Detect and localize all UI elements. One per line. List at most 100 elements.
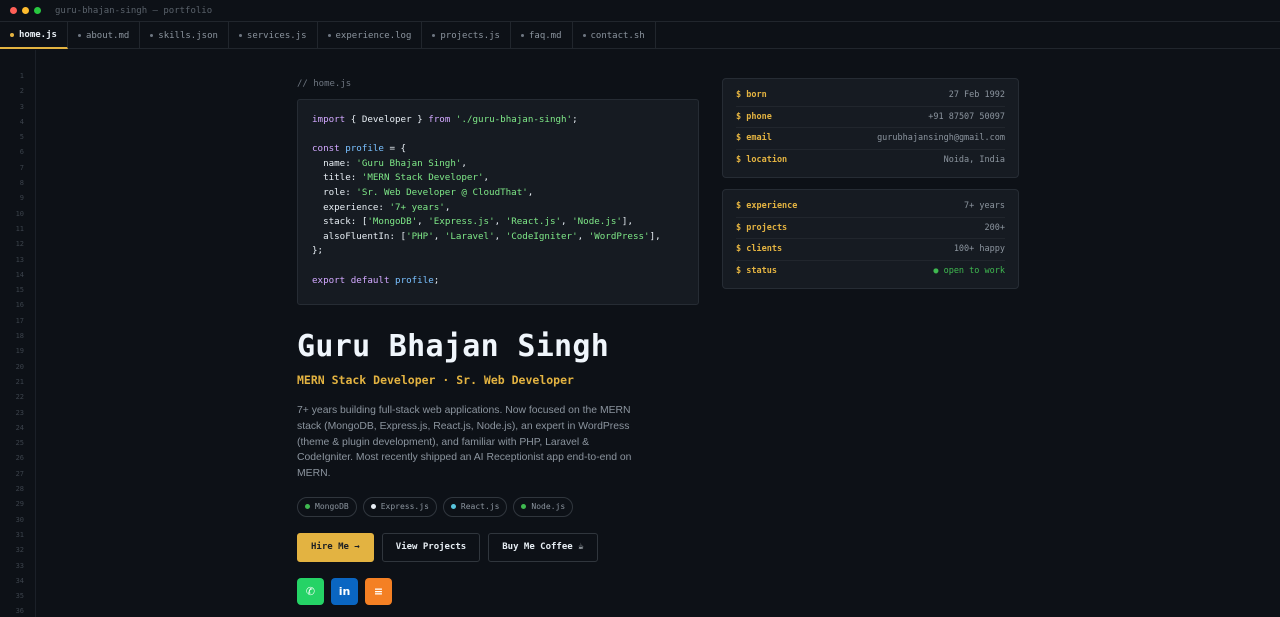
row-key: $ status [736, 266, 777, 277]
row-key: $ clients [736, 244, 783, 255]
tab-label: skills.json [158, 30, 218, 41]
row-value: 7+ years [964, 201, 1005, 212]
code-array: 'PHP', 'Laravel', 'CodeIgniter', 'WordPr… [406, 230, 650, 242]
line-number: 7 [19, 163, 24, 172]
line-number: 35 [15, 592, 24, 601]
code-string: 'React.js' [505, 216, 562, 228]
line-number: 14 [15, 270, 24, 279]
line-number: 22 [15, 393, 24, 402]
code-string: 'Express.js' [428, 216, 495, 228]
file-dot-icon [582, 34, 586, 37]
line-number: 26 [15, 454, 24, 463]
line-number: 15 [15, 286, 24, 295]
line-number: 25 [15, 439, 24, 448]
code-key: name [323, 157, 346, 169]
stats-card-row: $ experience 7+ years [736, 196, 1005, 218]
tab-experience-log[interactable]: experience.log [318, 22, 423, 49]
tab-projects-js[interactable]: projects.js [422, 22, 511, 49]
line-number: 28 [15, 485, 24, 494]
code-key: stack [323, 216, 351, 228]
line-number: 16 [15, 301, 24, 310]
hire-me-button[interactable]: Hire Me → [297, 532, 374, 562]
line-number: 9 [19, 194, 24, 203]
code-keyword: import [312, 114, 346, 125]
sidebar-cards: $ born 27 Feb 1992 $ phone +91 87507 50097 $… [722, 78, 1019, 300]
line-number: 19 [15, 347, 24, 356]
minimize-window-icon[interactable] [22, 7, 29, 14]
linkedin-icon[interactable]: in [331, 577, 358, 605]
cta-buttons: Hire Me → View Projects Buy Me Coffee ☕ [297, 532, 699, 562]
stackoverflow-icon[interactable]: ≡ [365, 577, 392, 605]
line-number: 6 [19, 148, 24, 157]
file-dot-icon [327, 34, 331, 37]
window-title: guru-bhajan-singh — portfolio [55, 5, 213, 16]
line-number: 23 [15, 408, 24, 417]
tab-services-js[interactable]: services.js [229, 22, 318, 49]
code-string: 'Laravel' [444, 230, 495, 242]
info-card-row: $ location Noida, India [736, 150, 1005, 172]
buy-me-coffee-button[interactable]: Buy Me Coffee ☕ [488, 532, 598, 562]
breadcrumb: // home.js [297, 79, 352, 89]
row-value: 100+ happy [953, 244, 1005, 255]
line-number: 31 [15, 530, 24, 539]
whatsapp-icon[interactable]: ✆ [297, 577, 324, 605]
role-subtitle: MERN Stack Developer · Sr. Web Developer [297, 373, 574, 387]
code-punct: { [345, 114, 362, 125]
line-number: 4 [19, 117, 24, 126]
status-dot-icon [305, 504, 310, 510]
row-key: $ projects [736, 222, 788, 233]
maximize-window-icon[interactable] [34, 7, 41, 14]
row-key: $ email [736, 133, 772, 144]
tab-about-md[interactable]: about.md [68, 22, 141, 49]
line-number: 11 [15, 224, 24, 233]
stats-card-row: $ status ● open to work [736, 261, 1005, 283]
chip-label: MongoDB [315, 502, 349, 512]
stats-card-row: $ projects 200+ [736, 218, 1005, 239]
row-key: $ experience [736, 201, 798, 212]
file-dot-icon [150, 34, 154, 37]
tab-label: projects.js [440, 30, 500, 41]
close-window-icon[interactable] [10, 7, 17, 14]
editor-tabs: home.js about.md skills.json services.js exp… [0, 22, 1280, 49]
title-bar: guru-bhajan-singh — portfolio [0, 0, 1280, 22]
code-punct: = { [383, 143, 407, 155]
code-keyword: const [312, 143, 340, 155]
tab-skills-json[interactable]: skills.json [140, 22, 229, 49]
line-number: 29 [15, 500, 24, 509]
row-value: gurubhajansingh@gmail.com [877, 133, 1005, 144]
code-block: import { Developer } from './guru-bhajan… [297, 99, 699, 305]
tab-home-js[interactable]: home.js [0, 22, 68, 49]
code-punct: } [411, 114, 429, 125]
line-number-gutter: 1 2 3 4 5 6 7 8 9 10 11 12 13 14 15 16 17 18 19 20 21 22 23 24 2… [0, 50, 36, 617]
code-string: './guru-bhajan-singh' [455, 114, 573, 125]
tech-chip-reactjs: React.js [442, 496, 508, 517]
line-number: 2 [19, 87, 24, 96]
stats-card: $ experience 7+ years $ projects 200+ $ clie… [722, 189, 1019, 289]
chip-label: Express.js [380, 502, 429, 512]
chip-label: Node.js [531, 502, 566, 512]
file-dot-icon [432, 34, 436, 37]
chip-label: React.js [460, 502, 500, 512]
tech-chip-expressjs: Express.js [362, 496, 437, 517]
page-title: Guru Bhajan Singh [297, 329, 610, 364]
tab-label: contact.sh [590, 30, 645, 41]
file-dot-icon [77, 34, 81, 37]
tab-faq-md[interactable]: faq.md [511, 22, 573, 49]
row-value: ● open to work [933, 266, 1005, 277]
code-string: '7+ years' [389, 201, 445, 213]
tab-contact-sh[interactable]: contact.sh [573, 22, 656, 49]
line-number: 21 [15, 377, 24, 386]
code-string: 'Sr. Web Developer @ CloudThat' [356, 186, 528, 198]
line-number: 12 [15, 240, 24, 249]
view-projects-button[interactable]: View Projects [381, 532, 481, 562]
code-props: name: 'Guru Bhajan Singh', title: 'MERN … [323, 157, 534, 213]
line-number: 24 [15, 423, 24, 432]
info-card-row: $ born 27 Feb 1992 [736, 85, 1005, 107]
line-number: 20 [15, 362, 24, 371]
code-string: 'Node.js' [572, 216, 622, 228]
code-ident: Developer [361, 114, 412, 125]
row-value: 200+ [984, 222, 1005, 233]
line-number: 10 [15, 209, 24, 218]
status-dot-icon [370, 504, 376, 510]
tab-label: faq.md [528, 30, 562, 41]
